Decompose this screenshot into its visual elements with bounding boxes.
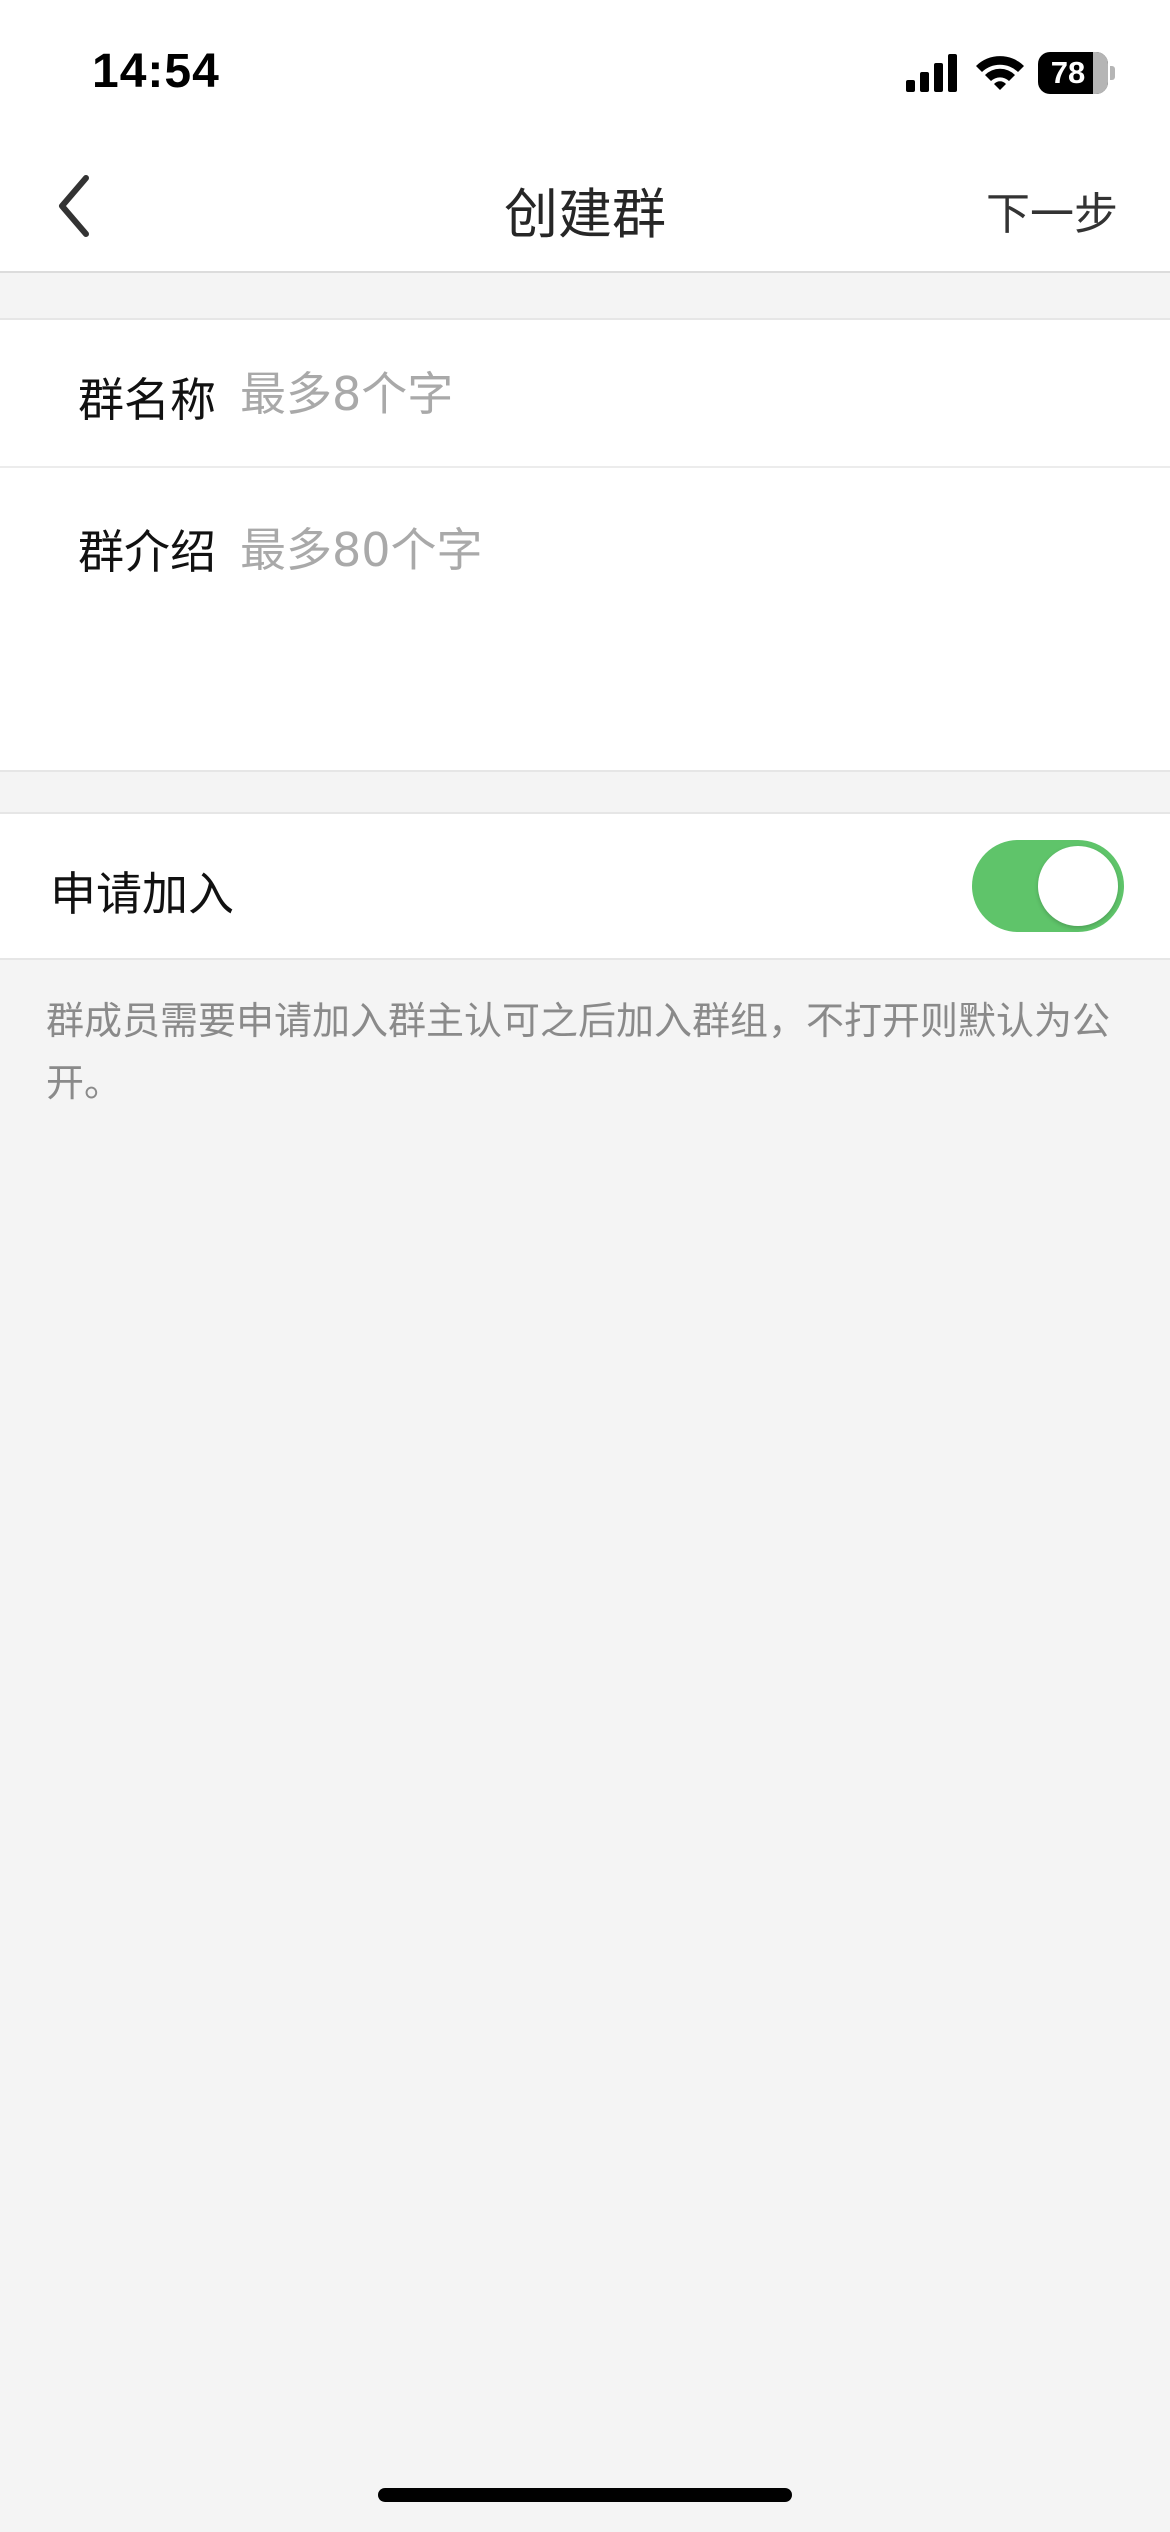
group-name-label: 群名称 <box>78 373 216 427</box>
battery-level: 78 <box>1050 55 1086 90</box>
join-request-toggle[interactable] <box>972 840 1124 932</box>
toggle-knob <box>1038 846 1118 926</box>
group-intro-label: 群介绍 <box>78 525 216 579</box>
group-intro-row: 群介绍 <box>0 468 1170 768</box>
wifi-icon <box>976 56 1024 90</box>
join-request-label: 申请加入 <box>50 867 234 921</box>
battery-icon: 78 <box>1038 52 1116 94</box>
nav-bar: 创建群 下一步 <box>0 140 1170 273</box>
join-request-helper-text: 群成员需要申请加入群主认可之后加入群组，不打开则默认为公开。 <box>46 999 1111 1105</box>
group-info-form: 群名称 群介绍 <box>0 318 1170 772</box>
group-intro-textarea[interactable] <box>240 514 1120 734</box>
status-time: 14:54 <box>92 45 220 98</box>
signal-icon <box>906 54 957 92</box>
group-name-row: 群名称 <box>0 320 1170 468</box>
status-bar: 14:54 78 <box>0 0 1170 140</box>
home-indicator <box>378 2488 792 2502</box>
next-step-button[interactable]: 下一步 <box>986 178 1118 242</box>
join-request-row: 申请加入 <box>0 812 1170 960</box>
group-name-input[interactable] <box>240 364 1120 424</box>
